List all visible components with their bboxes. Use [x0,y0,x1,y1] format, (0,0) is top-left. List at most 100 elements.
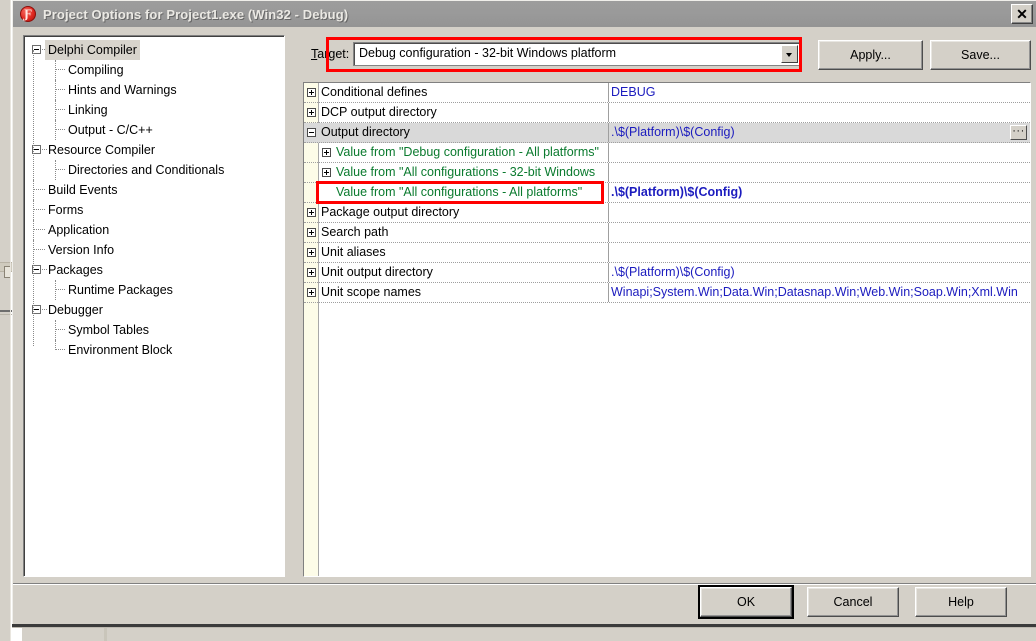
expand-icon[interactable] [307,288,316,297]
column-divider[interactable] [608,283,609,302]
table-row[interactable]: DCP output directory [304,103,1030,123]
table-row[interactable]: Output directory .\$(Platform)\$(Config) ·… [304,123,1030,143]
expand-icon[interactable] [307,228,316,237]
sidebar-item-resource-compiler[interactable]: Resource Compiler [24,140,284,160]
ok-button-label: OK [736,595,756,609]
sidebar-item-linking[interactable]: Linking [24,100,284,120]
table-row[interactable]: Search path [304,223,1030,243]
sidebar-item-label: Delphi Compiler [45,40,140,60]
property-value[interactable] [611,243,1026,262]
sidebar-item-packages[interactable]: Packages [24,260,284,280]
property-name: Unit output directory [321,265,433,279]
tree-connector-vertical [55,100,57,120]
sidebar-item-label: Build Events [48,183,118,197]
table-row[interactable]: Unit aliases [304,243,1030,263]
sidebar-item-label: Linking [68,103,108,117]
property-value[interactable] [611,223,1026,242]
table-row[interactable]: Value from "Debug configuration - All pl… [304,143,1030,163]
property-value[interactable] [611,103,1026,122]
dialog-title: Project Options for Project1.exe (Win32 … [43,6,349,22]
expand-icon[interactable] [307,268,316,277]
help-button-label: Help [948,595,974,609]
background-caret [104,628,107,641]
table-row[interactable]: Conditional defines DEBUG [304,83,1030,103]
table-row[interactable]: Unit scope names Winapi;System.Win;Data.W… [304,283,1030,303]
property-value[interactable]: DEBUG [611,83,1026,102]
table-row[interactable]: Package output directory [304,203,1030,223]
footer-divider-highlight [13,584,1036,585]
collapse-icon[interactable] [307,128,316,137]
column-divider[interactable] [608,83,609,102]
sidebar-item-application[interactable]: Application [24,220,284,240]
sidebar-item-hints-and-warnings[interactable]: Hints and Warnings [24,80,284,100]
column-divider[interactable] [608,203,609,222]
sidebar-item-label: Directories and Conditionals [68,163,225,177]
expand-icon[interactable] [322,148,331,157]
ok-button[interactable]: OK [698,585,794,619]
apply-button[interactable]: Apply... [818,40,923,70]
tree-connector-vertical [55,80,57,100]
property-value[interactable] [611,203,1026,222]
tree-connector-vertical [55,60,57,80]
property-value[interactable]: .\$(Platform)\$(Config) [611,123,1026,142]
help-button[interactable]: Help [915,587,1007,617]
dialog-titlebar[interactable]: Ƒ Project Options for Project1.exe (Win3… [13,1,1036,27]
table-row[interactable]: Unit output directory .\$(Platform)\$(Con… [304,263,1030,283]
cancel-button[interactable]: Cancel [807,587,899,617]
sidebar-item-directories-and-conditionals[interactable]: Directories and Conditionals [24,160,284,180]
sidebar-item-label: Compiling [68,63,124,77]
expand-icon[interactable] [307,248,316,257]
property-name: Unit aliases [321,245,386,259]
column-divider[interactable] [608,243,609,262]
sidebar-item-output-c-c[interactable]: Output - C/C++ [24,120,284,140]
options-category-tree-list[interactable]: Delphi Compiler Compiling Hints and Warnin… [24,36,284,576]
expand-icon[interactable] [322,168,331,177]
property-value[interactable] [611,163,1026,182]
property-value[interactable]: .\$(Platform)\$(Config) [611,183,1026,202]
browse-ellipsis-button[interactable]: ··· [1010,125,1027,140]
save-button[interactable]: Save... [930,40,1031,70]
column-divider[interactable] [608,123,609,142]
options-property-grid[interactable]: Conditional defines DEBUG DCP output direc… [303,82,1031,577]
property-value[interactable]: Winapi;System.Win;Data.Win;Datasnap.Win;… [611,283,1026,302]
expand-icon[interactable] [307,88,316,97]
sidebar-item-debugger[interactable]: Debugger [24,300,284,320]
sidebar-item-label: Runtime Packages [68,283,173,297]
target-dropdown[interactable]: Debug configuration - 32-bit Windows pla… [353,42,801,66]
target-dropdown-value: Debug configuration - 32-bit Windows pla… [359,46,617,60]
sidebar-item-label: Forms [48,203,84,217]
sidebar-item-label: Symbol Tables [68,323,150,337]
options-category-tree[interactable]: Delphi Compiler Compiling Hints and Warnin… [23,35,285,577]
sidebar-item-version-info[interactable]: Version Info [24,240,284,260]
tree-connector-vertical [55,320,57,340]
sidebar-item-label: Version Info [48,243,115,257]
sidebar-item-label: Application [48,223,110,237]
column-divider[interactable] [608,263,609,282]
chevron-down-icon[interactable] [781,45,798,63]
sidebar-item-label: Output - C/C++ [68,123,153,137]
sidebar-item-build-events[interactable]: Build Events [24,180,284,200]
sidebar-item-forms[interactable]: Forms [24,200,284,220]
expand-icon[interactable] [307,108,316,117]
property-value[interactable] [611,143,1026,162]
table-row[interactable]: Value from "All configurations - 32-bit … [304,163,1030,183]
column-divider[interactable] [608,183,609,202]
property-value[interactable]: .\$(Platform)\$(Config) [611,263,1026,282]
sidebar-item-symbol-tables[interactable]: Symbol Tables [24,320,284,340]
expand-icon[interactable] [307,208,316,217]
column-divider[interactable] [608,223,609,242]
column-divider[interactable] [608,163,609,182]
sidebar-item-compiling[interactable]: Compiling [24,60,284,80]
sidebar-item-runtime-packages[interactable]: Runtime Packages [24,280,284,300]
column-divider[interactable] [608,143,609,162]
table-row[interactable]: Value from "All configurations - All pla… [304,183,1030,203]
sidebar-item-label: Packages [48,263,103,277]
column-divider[interactable] [608,103,609,122]
property-name: Unit scope names [321,285,422,299]
delphi-app-icon: Ƒ [19,5,37,23]
property-name: DCP output directory [321,105,437,119]
sidebar-item-delphi-compiler[interactable]: Delphi Compiler [24,40,284,60]
sidebar-item-environment-block[interactable]: Environment Block [24,340,284,360]
tree-connector-vertical [55,280,57,300]
close-icon[interactable]: ✕ [1011,4,1033,24]
